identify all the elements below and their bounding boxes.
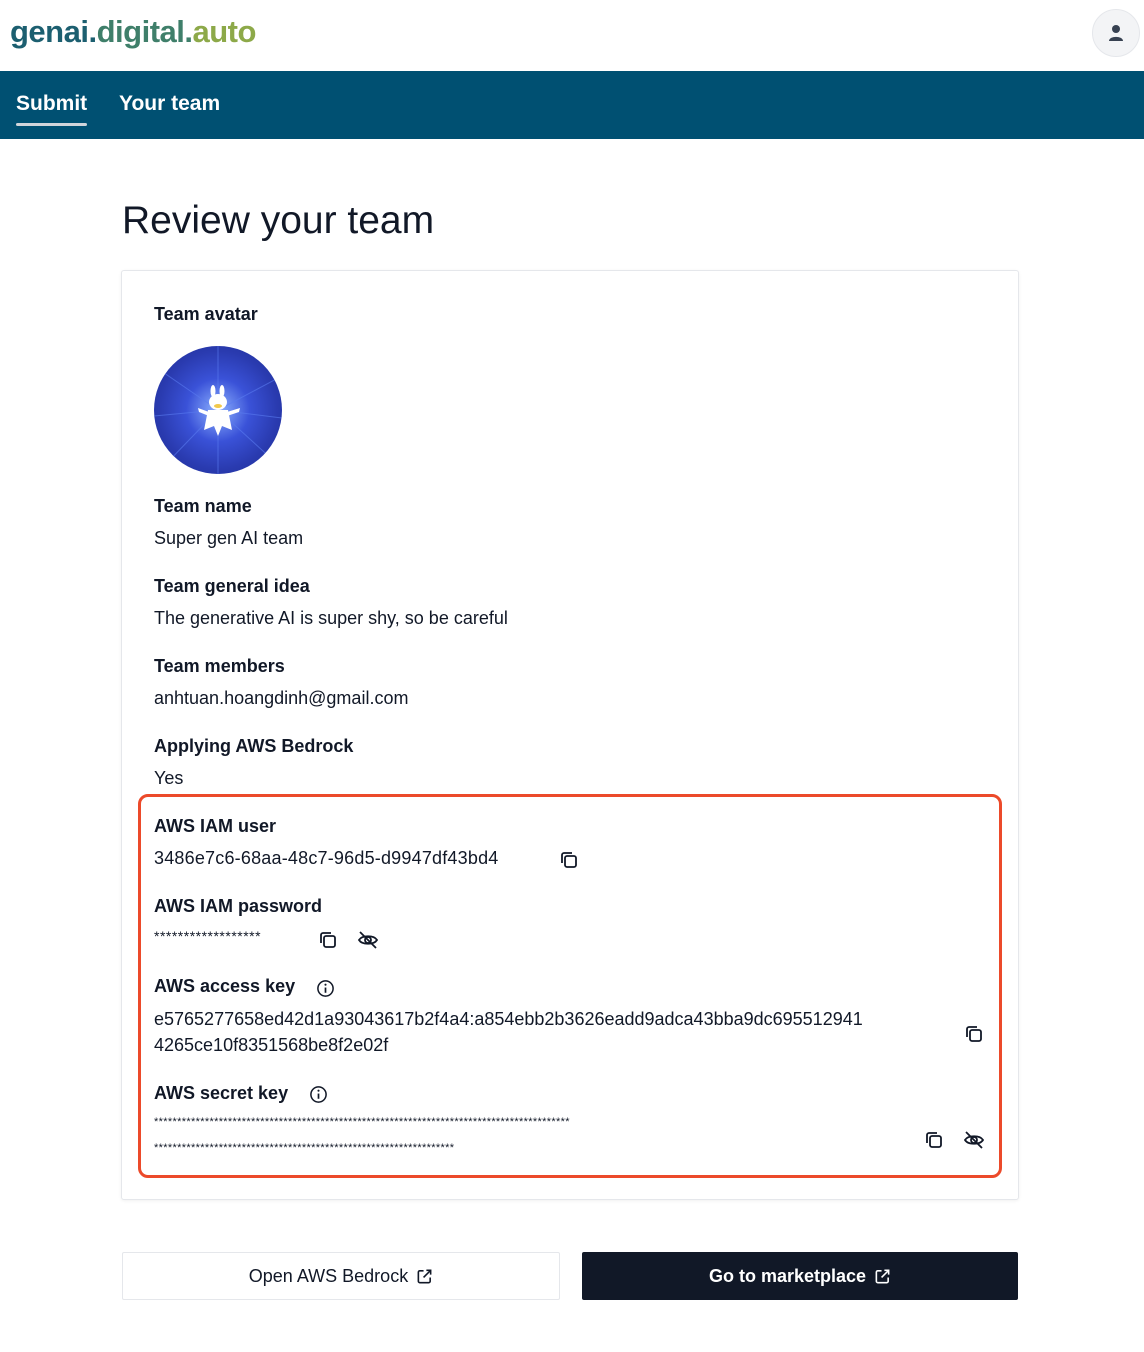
aws-secret-key-label: AWS secret key — [154, 1083, 289, 1103]
bedrock-label: Applying AWS Bedrock — [154, 736, 354, 756]
aws-access-key-label: AWS access key — [154, 976, 296, 996]
account-button[interactable] — [1092, 9, 1140, 57]
copy-icon[interactable] — [559, 850, 579, 870]
user-icon — [1109, 25, 1123, 41]
team-avatar-image — [154, 346, 282, 474]
logo-part-digital: digital. — [96, 14, 193, 49]
info-icon[interactable] — [309, 1085, 328, 1104]
team-idea-label: Team general idea — [154, 576, 310, 596]
aws-iam-password-label: AWS IAM password — [154, 896, 323, 916]
external-link-icon — [875, 1269, 890, 1283]
copy-icon[interactable] — [924, 1130, 944, 1150]
tab-your-team[interactable]: Your team — [119, 92, 220, 116]
copy-icon[interactable] — [318, 930, 338, 950]
copy-icon[interactable] — [964, 1024, 984, 1044]
app-logo[interactable]: genai.digital.auto — [10, 14, 256, 50]
info-icon[interactable] — [316, 979, 335, 998]
team-name-value: Super gen AI team — [154, 528, 304, 548]
go-to-marketplace-label: Go to marketplace — [708, 1265, 867, 1286]
eye-off-icon[interactable] — [963, 1129, 985, 1151]
page-title: Review your team — [122, 199, 435, 242]
aws-secret-key-line2: ****************************************… — [154, 1142, 455, 1154]
aws-iam-user-value: 3486e7c6-68aa-48c7-96d5-d9947df43bd4 — [154, 848, 499, 868]
bedrock-value: Yes — [154, 768, 184, 788]
team-name-label: Team name — [154, 496, 252, 516]
main-nav: Submit Your team — [0, 71, 1144, 139]
top-bar: genai.digital.auto — [0, 0, 1144, 71]
eye-off-icon[interactable] — [357, 929, 379, 951]
go-to-marketplace-button[interactable]: Go to marketplace — [582, 1252, 1018, 1300]
aws-iam-password-value: ****************** — [154, 928, 262, 944]
aws-secret-key-line1: ****************************************… — [154, 1116, 570, 1128]
external-link-icon — [417, 1269, 432, 1283]
tab-submit[interactable]: Submit — [16, 92, 88, 126]
team-idea-value: The generative AI is super shy, so be ca… — [154, 608, 508, 628]
open-aws-bedrock-label: Open AWS Bedrock — [248, 1265, 409, 1286]
team-avatar-illustration — [154, 346, 282, 474]
aws-access-key-line2: 4265ce10f8351568be8f2e02f — [154, 1035, 389, 1055]
open-aws-bedrock-button[interactable]: Open AWS Bedrock — [122, 1252, 560, 1300]
logo-part-auto: auto — [192, 14, 256, 49]
team-members-label: Team members — [154, 656, 285, 676]
logo-part-genai: genai. — [10, 14, 97, 49]
aws-iam-user-label: AWS IAM user — [154, 816, 277, 836]
team-avatar-label: Team avatar — [154, 304, 258, 324]
team-members-value: anhtuan.hoangdinh@gmail.com — [154, 688, 409, 708]
aws-access-key-line1: e5765277658ed42d1a93043617b2f4a4:a854ebb… — [154, 1009, 863, 1029]
